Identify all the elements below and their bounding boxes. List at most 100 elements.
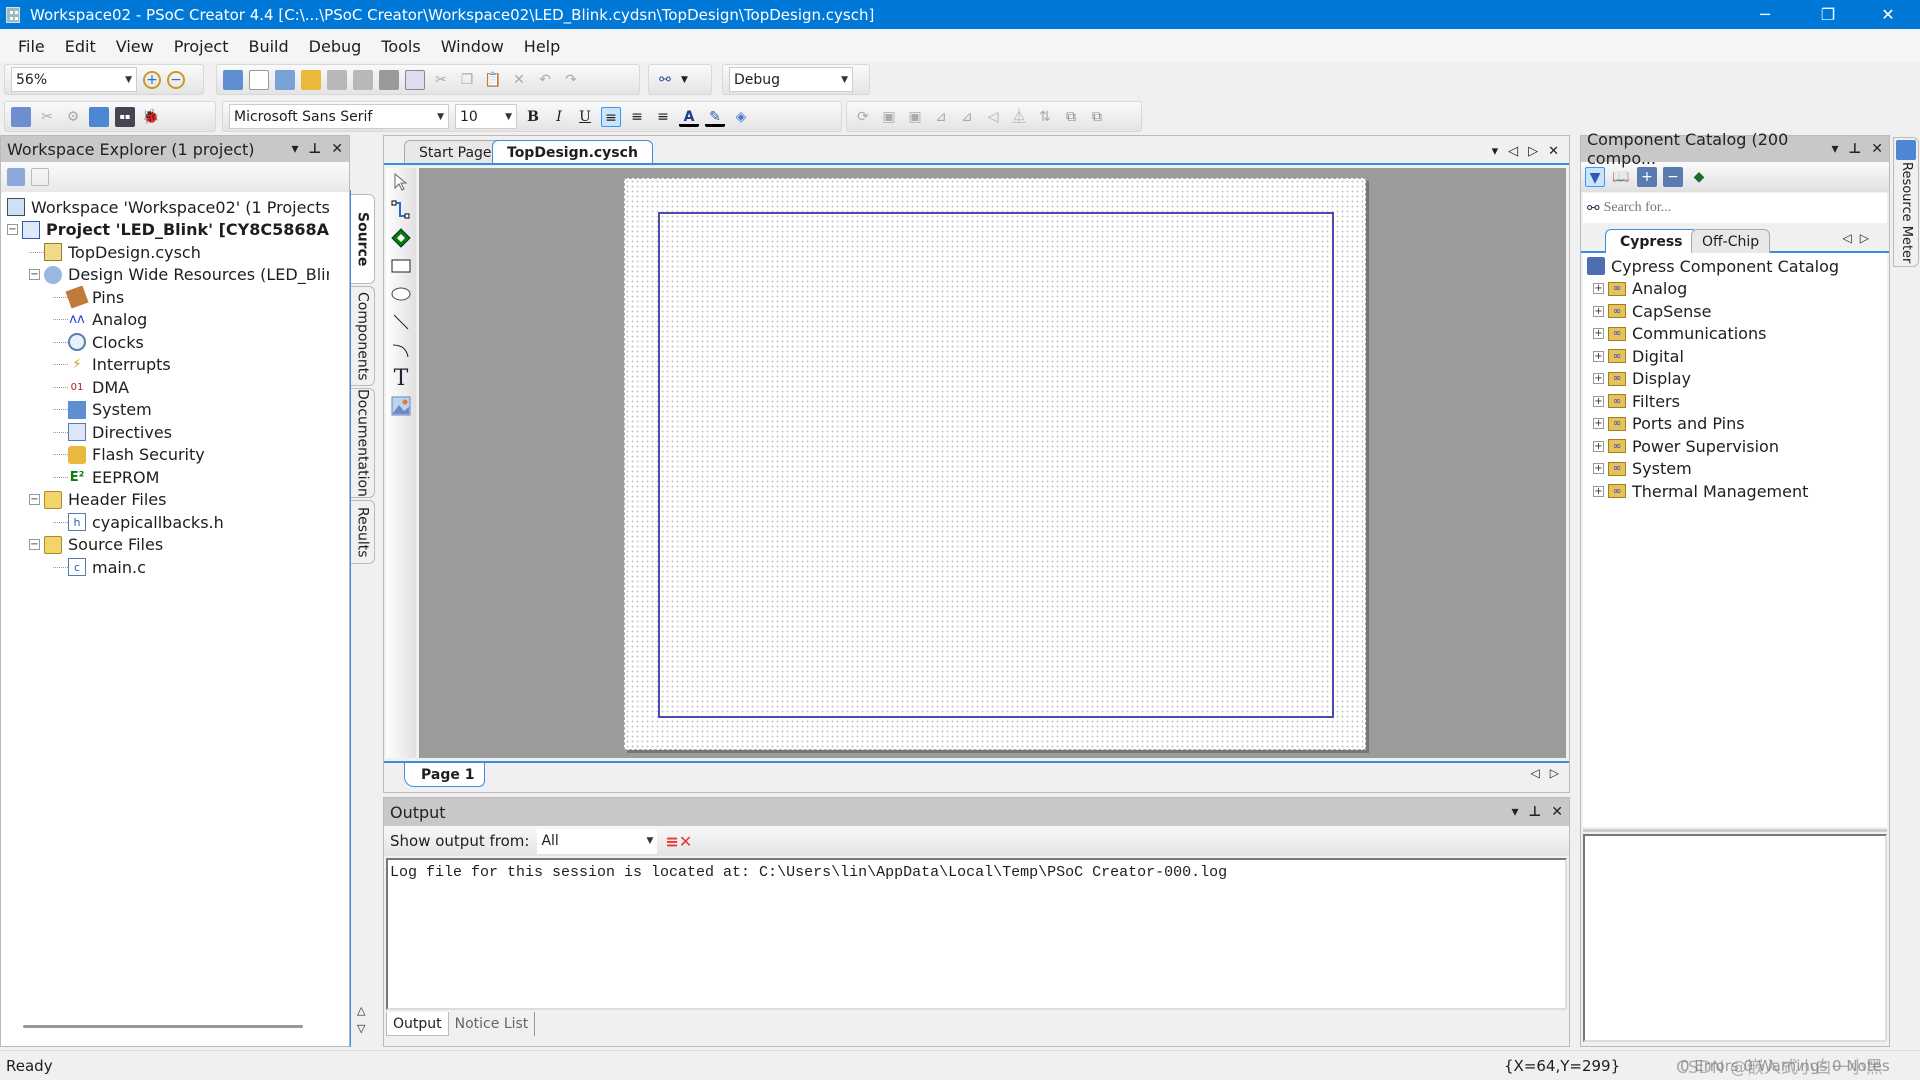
delete-icon[interactable]: ✕ <box>509 70 529 90</box>
menu-help[interactable]: Help <box>514 37 570 56</box>
tree-item[interactable]: Clocks <box>7 331 329 354</box>
ungroup-icon[interactable]: ⧉ <box>1087 107 1107 127</box>
bold-button[interactable]: B <box>523 107 543 127</box>
font-color-icon[interactable]: A <box>679 107 699 127</box>
clear-output-icon[interactable]: ≡✕ <box>665 832 692 851</box>
tree-item[interactable]: System <box>7 399 329 422</box>
build-icon[interactable]: ⚙ <box>63 107 83 127</box>
tree-item[interactable]: − Header Files <box>7 489 329 512</box>
underline-button[interactable]: U <box>575 107 595 127</box>
menu-edit[interactable]: Edit <box>55 37 106 56</box>
expand-toggle-icon[interactable]: + <box>1593 283 1604 295</box>
new-file-icon[interactable] <box>249 69 269 90</box>
tab-cypress[interactable]: Cypress <box>1605 229 1698 253</box>
catalog-item[interactable]: + ∞ CapSense <box>1587 300 1887 323</box>
collapse-toggle-icon[interactable]: − <box>29 494 40 506</box>
menu-tools[interactable]: Tools <box>371 37 430 56</box>
align-right-icon[interactable]: ≡ <box>653 107 673 127</box>
save-all-icon[interactable] <box>353 69 373 90</box>
text-tool[interactable]: T <box>390 366 412 391</box>
expand-toggle-icon[interactable]: + <box>1593 395 1604 407</box>
pin-icon[interactable]: ⊥ <box>1528 804 1541 820</box>
page-1-tab[interactable]: Page 1 <box>404 763 486 787</box>
output-log[interactable]: Log file for this session is located at:… <box>386 858 1567 1010</box>
collapse-all-icon[interactable] <box>7 168 25 186</box>
zoom-in-icon[interactable]: + <box>143 70 161 89</box>
tab-results[interactable]: Results <box>351 500 375 564</box>
bring-front-icon[interactable]: ▣ <box>879 107 899 127</box>
menu-project[interactable]: Project <box>164 37 239 56</box>
copy-icon[interactable]: ❐ <box>457 70 477 90</box>
line-color-icon[interactable]: ✎ <box>705 107 725 127</box>
menu-view[interactable]: View <box>106 37 164 56</box>
expand-all-icon[interactable]: + <box>1637 167 1657 187</box>
tab-documentation[interactable]: Documentation <box>351 388 375 498</box>
open-folder-icon[interactable] <box>301 69 321 90</box>
tree-item[interactable]: Pins <box>7 286 329 309</box>
line-tool[interactable] <box>390 311 412 333</box>
catalog-item[interactable]: + ∞ Display <box>1587 368 1887 391</box>
expand-toggle-icon[interactable]: + <box>1593 463 1604 475</box>
tree-item[interactable]: ⚡ Interrupts <box>7 354 329 377</box>
tree-item[interactable]: c main.c <box>7 556 329 579</box>
tree-item[interactable]: h cyapicallbacks.h <box>7 511 329 534</box>
tab-components[interactable]: Components <box>351 286 375 386</box>
catalog-item[interactable]: + ∞ Thermal Management <box>1587 480 1887 503</box>
ellipse-tool[interactable] <box>390 283 412 305</box>
debug-bug-icon[interactable]: 🐞 <box>141 107 161 127</box>
expand-toggle-icon[interactable]: + <box>1593 418 1604 430</box>
flip-vertical-icon[interactable]: ⊿ <box>957 107 977 127</box>
mirror-icon[interactable]: ⏅ <box>1009 107 1029 127</box>
italic-button[interactable]: I <box>549 107 569 127</box>
close-panel-icon[interactable]: ✕ <box>331 141 343 157</box>
collapse-toggle-icon[interactable]: − <box>29 269 40 281</box>
undo-icon[interactable]: ↶ <box>535 70 555 90</box>
catalog-item[interactable]: + ∞ System <box>1587 458 1887 481</box>
tree-item[interactable]: Directives <box>7 421 329 444</box>
panel-menu-icon[interactable]: ▾ <box>291 141 298 157</box>
flip-horizontal-icon[interactable]: ⊿ <box>931 107 951 127</box>
tab-notice-list[interactable]: Notice List <box>449 1012 536 1036</box>
horizontal-scrollbar[interactable] <box>23 1025 303 1028</box>
tree-item[interactable]: − Design Wide Resources (LED_Blink.cydwr) <box>7 264 329 287</box>
wire-tool[interactable] <box>390 199 412 221</box>
menu-file[interactable]: File <box>8 37 55 56</box>
collapse-toggle-icon[interactable]: − <box>29 539 40 551</box>
minimize-button[interactable]: ─ <box>1735 0 1795 29</box>
distribute-icon[interactable]: ⇅ <box>1035 107 1055 127</box>
expand-toggle-icon[interactable]: + <box>1593 485 1604 497</box>
catalog-item[interactable]: + ∞ Ports and Pins <box>1587 413 1887 436</box>
book-icon[interactable]: 📖 <box>1611 167 1631 187</box>
open-project-icon[interactable] <box>275 69 295 90</box>
place-component-tool[interactable] <box>390 227 412 249</box>
schematic-canvas[interactable] <box>419 168 1566 758</box>
pin-icon[interactable]: ⊥ <box>308 141 321 157</box>
new-project-icon[interactable] <box>223 69 243 90</box>
page-prev-icon[interactable]: ◁ <box>1531 766 1540 780</box>
chevron-down-icon[interactable]: ▼ <box>681 75 688 85</box>
tree-item[interactable]: − Project 'LED_Blink' [CY8C5868AXI-LP035] <box>7 219 329 242</box>
catalog-tab-scroll[interactable]: ◁▷ <box>1843 231 1877 245</box>
catalog-root[interactable]: Cypress Component Catalog <box>1587 255 1887 278</box>
catalog-item[interactable]: + ∞ Power Supervision <box>1587 435 1887 458</box>
tree-item[interactable]: E² EEPROM <box>7 466 329 489</box>
program-chip-icon[interactable]: ▪▪ <box>115 106 135 127</box>
align-objects-icon[interactable]: ◁ <box>983 107 1003 127</box>
expand-toggle-icon[interactable]: + <box>1593 373 1604 385</box>
menu-debug[interactable]: Debug <box>299 37 372 56</box>
output-source-combo[interactable]: All ▼ <box>537 828 658 854</box>
expand-toggle-icon[interactable]: + <box>1593 328 1604 340</box>
paste-icon[interactable]: 📋 <box>483 70 503 90</box>
tree-item[interactable]: ʌʌ Analog <box>7 309 329 332</box>
collapse-all-icon[interactable]: − <box>1663 167 1683 187</box>
align-center-icon[interactable]: ≡ <box>627 107 647 127</box>
panel-menu-icon[interactable]: ▾ <box>1511 804 1518 820</box>
scroll-right-icon[interactable]: ▷ <box>1528 144 1538 159</box>
tab-list-icon[interactable]: ▾ <box>1492 144 1499 159</box>
menu-build[interactable]: Build <box>238 37 298 56</box>
align-left-icon[interactable]: ≡ <box>601 106 621 127</box>
collapse-folder-icon[interactable] <box>31 168 49 186</box>
restore-button[interactable]: ❐ <box>1798 0 1858 29</box>
close-document-icon[interactable]: ✕ <box>1548 144 1559 159</box>
tree-item[interactable]: 01 DMA <box>7 376 329 399</box>
